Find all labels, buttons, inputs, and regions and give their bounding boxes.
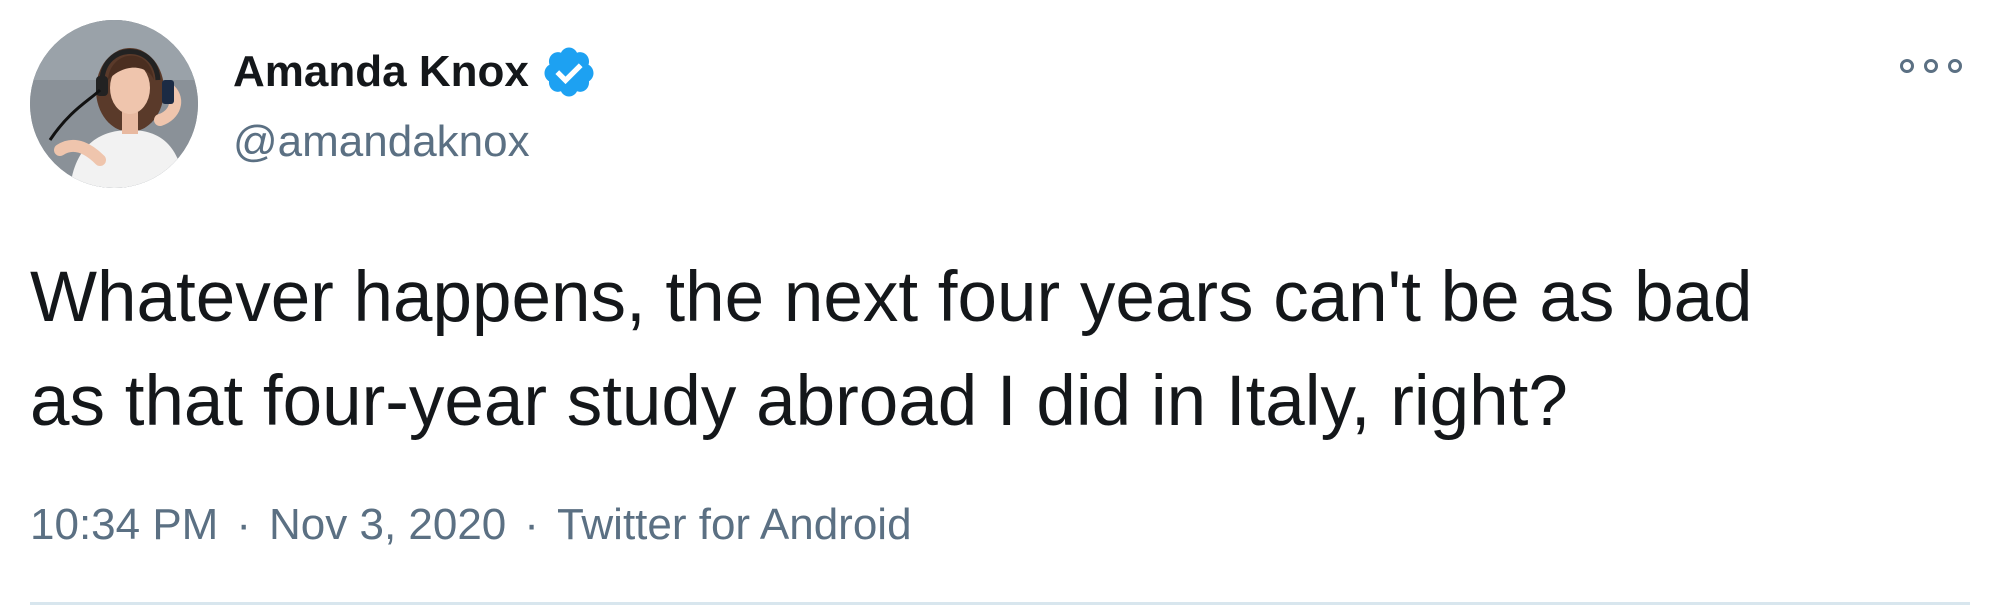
meta-separator: · [236,500,251,549]
author-info: Amanda Knox @amandaknox [233,42,597,172]
more-dot-icon [1924,59,1938,73]
tweet-meta: 10:34 PM · Nov 3, 2020 · Twitter for And… [30,495,912,555]
tweet-time[interactable]: 10:34 PM [30,495,218,555]
divider [30,602,1970,605]
author-handle[interactable]: @amandaknox [233,112,597,172]
avatar[interactable] [30,20,198,188]
verified-badge-icon [544,47,594,97]
author-name-row: Amanda Knox [233,42,597,102]
more-dot-icon [1900,59,1914,73]
meta-separator: · [524,500,539,549]
tweet-source[interactable]: Twitter for Android [557,495,912,555]
author-display-name[interactable]: Amanda Knox [233,42,529,102]
more-dot-icon [1948,59,1962,73]
tweet-date[interactable]: Nov 3, 2020 [269,495,506,555]
tweet-text: Whatever happens, the next four years ca… [30,258,1753,441]
more-options-icon[interactable] [1900,55,1962,77]
tweet-card: Amanda Knox @amandaknox Whatever happens… [0,0,2000,612]
